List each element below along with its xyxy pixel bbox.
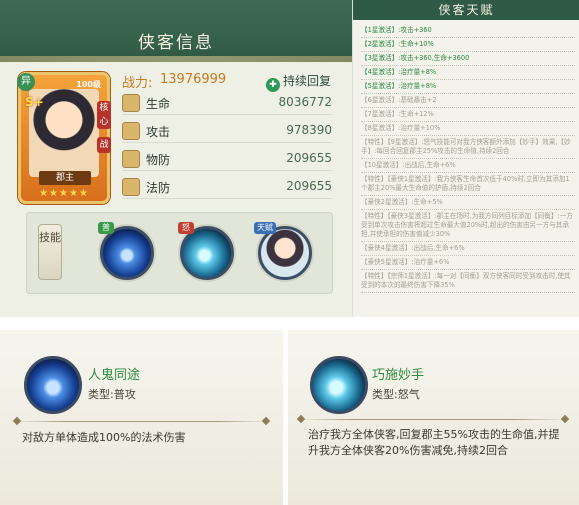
rage-tag: 怒 xyxy=(178,222,194,234)
page-title: 侠客信息 xyxy=(138,33,214,53)
magic-shield-icon xyxy=(122,178,140,196)
talent-row: 【8星激活】:治疗量+10% xyxy=(361,122,575,136)
talent-row: 【3星激活】:攻击+360,生命+3600 xyxy=(361,52,575,66)
talent-row: 【豪侠4星激活】:出战后,生命+6% xyxy=(361,242,575,256)
skill-name: 巧施妙手 xyxy=(372,368,425,383)
skill-type: 类型:普攻 xyxy=(88,388,136,401)
divider-ornament xyxy=(296,414,306,424)
star-rating: ★★★★★ xyxy=(39,188,89,199)
talent-row: 【特性】【豪侠1星激活】:我方侠客生命首次低于40%时,立即为其添加1个郡主20… xyxy=(361,173,575,196)
stat-label: 物防 xyxy=(146,153,171,167)
hero-info-panel: 侠客信息 100级 异 S+ 核心 战 郡主 ★★★★★ 战力: 1397699… xyxy=(0,0,352,317)
skill-description: 治疗我方全体侠客,回复郡主55%攻击的生命值,并提升我方全体侠客20%伤害减免,… xyxy=(308,428,560,457)
leaf-icon: ✚ xyxy=(266,78,280,92)
stat-value: 209655 xyxy=(286,179,332,193)
talent-skill-icon[interactable] xyxy=(258,226,312,280)
shield-icon xyxy=(122,150,140,168)
divider xyxy=(298,419,568,420)
talent-row: 【豪侠5星激活】:治疗量+6% xyxy=(361,256,575,270)
normal-tag: 普 xyxy=(98,222,114,234)
stat-row-attack: 攻击 978390 xyxy=(122,120,332,143)
regen-badge: ✚ 持续回复 xyxy=(266,72,331,92)
talent-row: 【特性】【豪侠3星激活】:郡主在场时,为我方同列目标添加【同衡】:一方受到单次攻… xyxy=(361,210,575,242)
power-value: 13976999 xyxy=(160,72,227,87)
talent-row: 【7星激活】:生命+12% xyxy=(361,108,575,122)
stat-label: 生命 xyxy=(146,97,171,111)
stat-row-hp: 生命 8036772 xyxy=(122,92,332,115)
grade-badge: S+ xyxy=(25,95,44,109)
divider-ornament xyxy=(12,416,22,426)
stat-label: 攻击 xyxy=(146,125,171,139)
talent-panel: 侠客天赋 【1星激活】:攻击+360 【2星激活】:生命+10% 【3星激活】:攻击… xyxy=(352,0,579,317)
skill-card-rage: 巧施妙手 类型:怒气 治疗我方全体侠客,回复郡主55%攻击的生命值,并提升我方全… xyxy=(288,330,579,505)
talent-row: 【5星激活】:治疗量+8% xyxy=(361,80,575,94)
stat-label: 法防 xyxy=(146,181,171,195)
talent-row: 【4星激活】:治疗量+8% xyxy=(361,66,575,80)
regen-label: 持续回复 xyxy=(283,74,332,88)
skill-description: 对敌方单体造成100%的法术伤害 xyxy=(22,431,186,444)
heart-icon xyxy=(122,94,140,112)
core-tag: 核心 xyxy=(97,101,111,129)
stat-row-magic-def: 法防 209655 xyxy=(122,176,332,199)
talent-row: 【6星激活】:基础暴击+2 xyxy=(361,94,575,108)
talent-row: 【豪侠2星激活】:生命+5% xyxy=(361,196,575,210)
talent-row: 【1星激活】:攻击+360 xyxy=(361,24,575,38)
battle-tag: 战 xyxy=(97,137,111,153)
skill-type: 类型:怒气 xyxy=(372,388,420,401)
stat-value: 8036772 xyxy=(278,95,332,109)
skills-button[interactable]: 技能 xyxy=(38,224,62,280)
normal-attack-skill-icon[interactable] xyxy=(100,226,154,280)
skill-card-normal: 人鬼同途 类型:普攻 对敌方单体造成100%的法术伤害 xyxy=(0,330,283,505)
faction-tag: 异 xyxy=(17,73,35,91)
stat-row-phys-def: 物防 209655 xyxy=(122,148,332,171)
hero-name: 郡主 xyxy=(39,171,91,185)
talent-row: 【特性】【宗师1星激活】:每一对【同衡】双方侠客同时受到攻击时,使其受到的本次的… xyxy=(361,270,575,293)
rage-skill-icon[interactable] xyxy=(180,226,234,280)
divider xyxy=(14,421,269,422)
talent-row: 【10星激活】:出战后,生命+6% xyxy=(361,159,575,173)
talent-list: 【1星激活】:攻击+360 【2星激活】:生命+10% 【3星激活】:攻击+360,… xyxy=(353,24,579,293)
power-label: 战力: xyxy=(122,76,153,91)
rage-skill-icon xyxy=(310,356,368,414)
talent-row: 【特性】【9星激活】:怒气技能可对我方侠客额外添加【妙手】效果,【妙手】:每回合… xyxy=(361,136,575,159)
stat-value: 978390 xyxy=(286,123,332,137)
sword-icon xyxy=(122,122,140,140)
stat-value: 209655 xyxy=(286,151,332,165)
normal-attack-skill-icon xyxy=(24,356,82,414)
hero-card[interactable]: 100级 异 S+ 核心 战 郡主 ★★★★★ xyxy=(17,72,111,204)
skill-name: 人鬼同途 xyxy=(88,368,141,383)
divider-ornament xyxy=(261,416,271,426)
talent-panel-title: 侠客天赋 xyxy=(353,0,579,20)
talent-row: 【2星激活】:生命+10% xyxy=(361,38,575,52)
hero-level: 100级 xyxy=(76,80,101,89)
talent-tag: 天赋 xyxy=(254,222,276,234)
divider-ornament xyxy=(560,414,570,424)
